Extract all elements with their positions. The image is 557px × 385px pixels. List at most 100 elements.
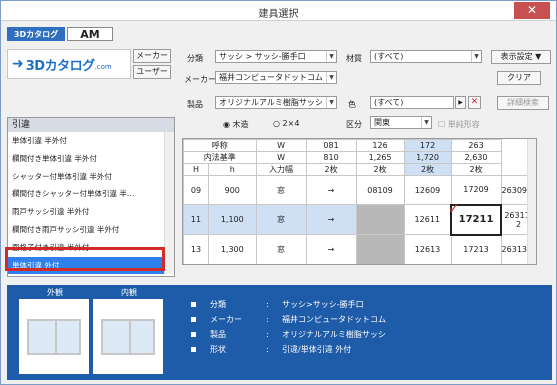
- table-cell[interactable]: 08109: [355, 175, 405, 205]
- info-row: 形状: 引違/単体引違 外付: [191, 342, 386, 357]
- category-select[interactable]: サッシ > サッシ-勝手口 ▼: [215, 50, 337, 63]
- info-key: 形状: [210, 345, 226, 354]
- single-slide-label: 単純形容: [447, 120, 480, 129]
- chevron-down-icon: ▼: [471, 51, 481, 62]
- radio-2x4[interactable]: ○ 2×4: [273, 119, 299, 128]
- color-label: 色: [348, 100, 356, 109]
- tab-3d-catalog[interactable]: 3Dカタログ: [7, 27, 65, 41]
- logo-com: .com: [94, 63, 112, 71]
- table-row: 内法基準 W 810 1,265 1,720 2,630: [183, 151, 536, 164]
- chevron-down-icon: ▼: [326, 51, 336, 62]
- clear-x-icon[interactable]: ✕: [468, 96, 481, 109]
- user-button[interactable]: ユーザー: [133, 65, 171, 79]
- list-item[interactable]: 雨戸サッシ引違 半外付: [8, 203, 174, 221]
- info-key: 分類: [210, 300, 226, 309]
- info-row: メーカー: 福井コンピュータドットコム: [191, 312, 386, 327]
- maker-select[interactable]: 福井コンピュータドットコム ▼: [215, 71, 337, 84]
- table-cell[interactable]: 12613: [403, 234, 452, 264]
- list-item[interactable]: シャッター付単体引違 半外付: [8, 168, 174, 186]
- color-field[interactable]: (すべて): [370, 96, 454, 109]
- category-label: 分類: [187, 54, 203, 63]
- list-item[interactable]: 欄間付き雨戸サッシ引違 半外付: [8, 221, 174, 239]
- arrow-icon: →: [305, 204, 357, 235]
- window: 建具選択 ✕ 3Dカタログ AM ➜ 3Dカタログ .com メーカー ユーザー…: [0, 0, 557, 385]
- table-row[interactable]: 09 900 窓 → 08109 12609 17209 26309-2: [183, 175, 536, 205]
- maker-button[interactable]: メーカー: [133, 49, 171, 63]
- arrow-icon: ➜: [12, 56, 24, 72]
- info-value: 引違/単体引違 外付: [282, 345, 352, 354]
- close-button[interactable]: ✕: [514, 2, 550, 19]
- info-value: サッシ>サッシ-勝手口: [282, 300, 364, 309]
- table-row: 呼称 W 081 126 172 263: [183, 139, 536, 152]
- table-cell-empty: [355, 204, 405, 235]
- radio-2x4-label: 2×4: [282, 119, 300, 128]
- table-cell[interactable]: 17213: [450, 234, 502, 264]
- row-code: 11: [183, 204, 209, 235]
- info-value: オリジナルアルミ樹脂サッシ: [282, 330, 386, 339]
- table-cell[interactable]: 12611: [403, 204, 452, 235]
- header-cell: 126: [355, 139, 405, 152]
- radio-wood[interactable]: ◉ 木造: [223, 119, 249, 130]
- header-cell: 2枚: [450, 163, 502, 176]
- tab-am[interactable]: AM: [67, 27, 113, 41]
- table-row: H h 入力幅 2枚 2枚 2枚 2枚: [183, 163, 536, 176]
- chevron-down-icon: ▼: [326, 97, 336, 108]
- info-colon: :: [266, 300, 269, 309]
- clear-button[interactable]: クリア: [497, 71, 541, 85]
- detail-search-button[interactable]: 詳細検索: [497, 96, 549, 110]
- title-bar: 建具選択 ✕: [1, 1, 556, 21]
- info-row: 製品: オリジナルアルミ樹脂サッシ: [191, 327, 386, 342]
- header-cell: 入力幅: [255, 163, 307, 176]
- info-colon: :: [266, 330, 269, 339]
- region-select[interactable]: 関東 ▼: [370, 116, 432, 129]
- header-cell: 内法基準: [183, 151, 257, 164]
- info-row: 分類: サッシ>サッシ-勝手口: [191, 297, 386, 312]
- header-cell: 263: [450, 139, 502, 152]
- checkmark-icon: ✓: [448, 201, 460, 217]
- header-cell: 呼称: [183, 139, 257, 152]
- table-cell[interactable]: 12609: [403, 175, 452, 205]
- header-cell: 2,630: [450, 151, 502, 164]
- table-row[interactable]: 13 1,300 窓 → 12613 17213 26313-2: [183, 234, 536, 264]
- info-key: メーカー: [210, 315, 242, 324]
- info-value: 福井コンピュータドットコム: [282, 315, 386, 324]
- info-colon: :: [266, 315, 269, 324]
- bullet-icon: [191, 332, 196, 337]
- header-cell: 810: [305, 151, 357, 164]
- row-height: 1,100: [208, 204, 257, 235]
- material-select[interactable]: (すべて) ▼: [370, 50, 482, 63]
- header-cell: 172: [403, 139, 452, 152]
- single-slide-checkbox[interactable]: ☐ 単純形容: [438, 119, 480, 130]
- play-icon[interactable]: ▶: [455, 96, 466, 109]
- bullet-icon: [191, 317, 196, 322]
- logo-text: 3Dカタログ: [25, 58, 95, 74]
- region-label: 区分: [346, 120, 362, 129]
- exterior-thumbnail: [19, 299, 89, 374]
- list-header: 引違: [8, 118, 174, 132]
- display-settings-button[interactable]: 表示設定 ▼: [491, 50, 551, 64]
- interior-label: 内観: [121, 288, 137, 297]
- header-cell: 1,720: [403, 151, 452, 164]
- list-item[interactable]: 欄間付きシャッター付単体引違 半…: [8, 185, 174, 203]
- chevron-down-icon: ▼: [326, 72, 336, 83]
- size-grid: 呼称 W 081 126 172 263 内法基準 W 810 1,265 1,…: [182, 138, 537, 265]
- header-cell: W: [255, 139, 307, 152]
- table-cell-empty: [355, 234, 405, 264]
- table-row-selected[interactable]: 11 1,100 窓 → 12611 17211 26311-2: [183, 203, 536, 236]
- arrow-icon: →: [305, 234, 357, 264]
- 3d-catalog-logo: ➜ 3Dカタログ .com: [7, 49, 131, 79]
- interior-thumbnail: [93, 299, 163, 374]
- header-cell: 1,265: [355, 151, 405, 164]
- row-type: 窓: [255, 175, 307, 205]
- size-table: 呼称 W 081 126 172 263 内法基準 W 810 1,265 1,…: [183, 139, 536, 264]
- product-select[interactable]: オリジナルアルミ樹脂サッシ ▼: [215, 96, 337, 109]
- radio-wood-label: 木造: [232, 120, 249, 129]
- list-scrollbar[interactable]: [164, 132, 174, 274]
- row-code: 13: [183, 234, 209, 264]
- list-item[interactable]: 欄間付き単体引違 半外付: [8, 150, 174, 168]
- chevron-down-icon: ▼: [421, 117, 431, 128]
- window-glass-icon: [101, 319, 155, 355]
- grid-scrollbar[interactable]: [527, 139, 536, 264]
- exterior-label: 外観: [47, 288, 63, 297]
- list-item[interactable]: 単体引違 半外付: [8, 132, 174, 150]
